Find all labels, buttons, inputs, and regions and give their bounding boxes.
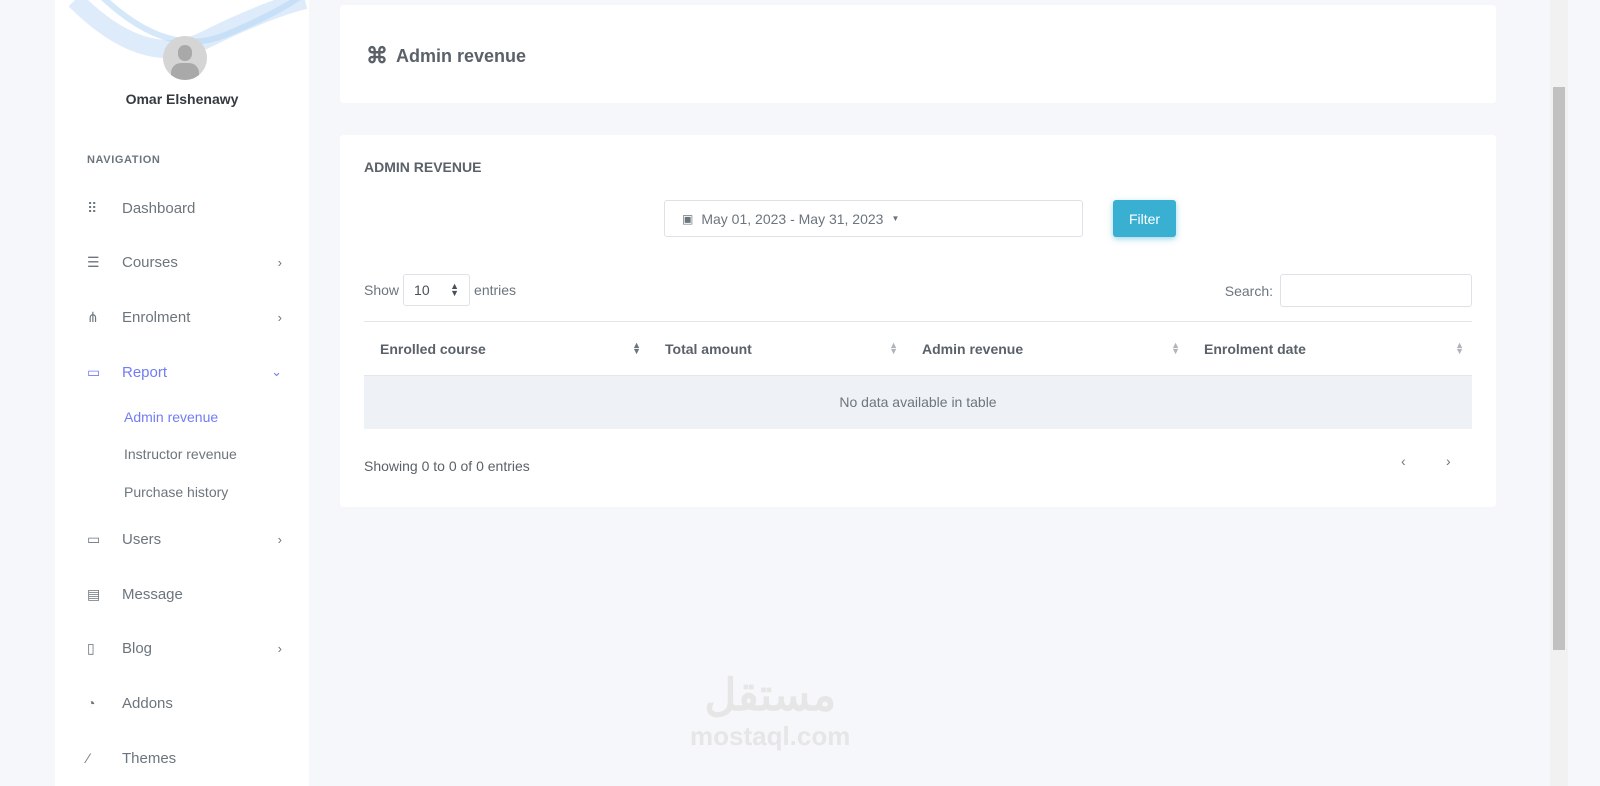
column-header-admin-revenue[interactable]: Admin revenue ▲ ▼ bbox=[906, 321, 1188, 376]
date-range-value: May 01, 2023 - May 31, 2023 bbox=[701, 210, 884, 227]
chevron-right-icon: › bbox=[277, 640, 282, 656]
box-icon: ▭ bbox=[87, 363, 101, 380]
entries-value: 10 bbox=[414, 282, 430, 298]
scrollbar-thumb[interactable] bbox=[1553, 87, 1565, 650]
caret-down-icon: ▼ bbox=[891, 214, 900, 223]
document-icon: ▯ bbox=[87, 639, 95, 656]
revenue-panel: ADMIN REVENUE ▣ May 01, 2023 - May 31, 20… bbox=[340, 135, 1496, 507]
chevron-down-icon: ⌄ bbox=[271, 364, 282, 379]
message-icon: ▤ bbox=[87, 585, 101, 602]
sidebar-item-label: Dashboard bbox=[122, 199, 196, 217]
sidebar-item-themes[interactable]: ⁄ Themes bbox=[87, 746, 282, 770]
show-label: Show bbox=[364, 282, 400, 298]
empty-message: No data available in table bbox=[364, 375, 1472, 429]
sort-icon: ▲ ▼ bbox=[1171, 340, 1180, 356]
sidebar-item-enrolment[interactable]: ⋔ Enrolment › bbox=[87, 305, 282, 329]
sidebar-item-addons[interactable]: ◔ Addons bbox=[87, 691, 282, 715]
sort-icon: ▲ ▼ bbox=[1455, 340, 1464, 356]
sidebar-item-label: Courses bbox=[122, 253, 178, 271]
chevron-right-icon: › bbox=[277, 309, 282, 325]
sidebar-item-label: Blog bbox=[122, 639, 153, 657]
puzzle-icon: ◔ bbox=[87, 695, 96, 711]
command-icon: ⌘ bbox=[366, 43, 388, 68]
column-header-total-amount[interactable]: Total amount ▲ ▼ bbox=[649, 321, 906, 376]
nav-heading: NAVIGATION bbox=[87, 154, 161, 166]
sidebar-item-label: Users bbox=[122, 530, 162, 548]
chevron-right-icon: › bbox=[277, 531, 282, 547]
sort-arrows-icon: ▲ ▼ bbox=[450, 281, 460, 298]
entries-label: entries bbox=[474, 282, 517, 298]
column-header-enrolment-date[interactable]: Enrolment date ▲ ▼ bbox=[1188, 321, 1472, 376]
sort-icon: ▲ ▼ bbox=[889, 340, 898, 356]
sidebar-item-label: Report bbox=[122, 363, 168, 381]
avatar[interactable] bbox=[163, 36, 207, 80]
sidebar-item-courses[interactable]: ☰ Courses › bbox=[87, 250, 282, 274]
sidebar-item-label: Message bbox=[122, 585, 183, 603]
sidebar-item-report[interactable]: ▭ Report ⌄ bbox=[87, 360, 282, 384]
entries-select[interactable]: 10 ▲ ▼ bbox=[403, 274, 471, 306]
sort-icon: ▲ ▼ bbox=[632, 340, 641, 356]
table-row: No data available in table bbox=[364, 375, 1472, 429]
sidebar: Omar Elshenawy NAVIGATION ⠿ Dashboard ☰ Co… bbox=[55, 0, 309, 786]
sitemap-icon: ⋔ bbox=[87, 308, 99, 325]
sidebar-item-dashboard[interactable]: ⠿ Dashboard bbox=[87, 196, 282, 220]
page-header: ⌘ Admin revenue bbox=[340, 5, 1496, 103]
calendar-icon: ▣ bbox=[682, 211, 694, 226]
next-page-button[interactable]: › bbox=[1446, 453, 1451, 469]
sidebar-item-label: Themes bbox=[122, 749, 177, 767]
watermark: مستقل mostaql.com bbox=[690, 671, 851, 751]
sidebar-item-label: Enrolment bbox=[122, 308, 191, 326]
page-title: Admin revenue bbox=[396, 45, 527, 66]
panel-title: ADMIN REVENUE bbox=[364, 159, 482, 175]
search-label: Search: bbox=[1224, 282, 1273, 299]
user-name: Omar Elshenawy bbox=[125, 91, 239, 107]
sidebar-item-users[interactable]: ▭ Users › bbox=[87, 527, 282, 551]
sidebar-subitem-instructor-revenue[interactable]: Instructor revenue bbox=[124, 446, 237, 462]
revenue-table: Enrolled course ▲ ▼ Total amount ▲ ▼ Admin r… bbox=[364, 321, 1472, 429]
sidebar-item-message[interactable]: ▤ Message bbox=[87, 582, 282, 606]
grid-icon: ⠿ bbox=[87, 199, 98, 216]
sidebar-item-label: Addons bbox=[122, 694, 173, 712]
brush-icon: ⁄ bbox=[87, 750, 90, 766]
table-info: Showing 0 to 0 of 0 entries bbox=[364, 458, 530, 474]
chevron-right-icon: › bbox=[277, 254, 282, 270]
previous-page-button[interactable]: ‹ bbox=[1401, 453, 1406, 469]
sidebar-item-blog[interactable]: ▯ Blog › bbox=[87, 636, 282, 660]
box-icon: ▭ bbox=[87, 530, 101, 547]
search-input[interactable] bbox=[1280, 274, 1472, 307]
filter-button[interactable]: Filter bbox=[1113, 200, 1176, 237]
archive-icon: ☰ bbox=[87, 253, 100, 270]
sidebar-subitem-purchase-history[interactable]: Purchase history bbox=[124, 484, 228, 500]
scrollbar[interactable] bbox=[1550, 0, 1568, 786]
column-header-enrolled-course[interactable]: Enrolled course ▲ ▼ bbox=[364, 321, 649, 376]
date-range-picker[interactable]: ▣ May 01, 2023 - May 31, 2023 ▼ bbox=[664, 200, 1083, 237]
sidebar-subitem-admin-revenue[interactable]: Admin revenue bbox=[124, 409, 218, 425]
